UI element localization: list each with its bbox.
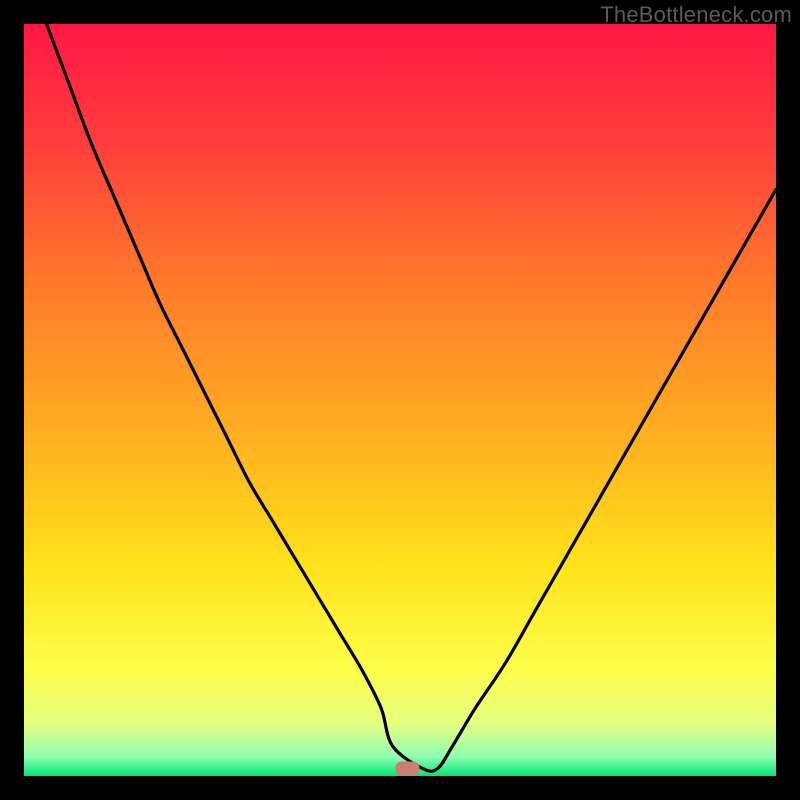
chart-frame: TheBottleneck.com	[0, 0, 800, 800]
gradient-background	[24, 24, 776, 776]
bottleneck-chart	[24, 24, 776, 776]
optimal-marker	[396, 761, 420, 775]
plot-area	[24, 24, 776, 776]
watermark-text: TheBottleneck.com	[600, 2, 792, 28]
